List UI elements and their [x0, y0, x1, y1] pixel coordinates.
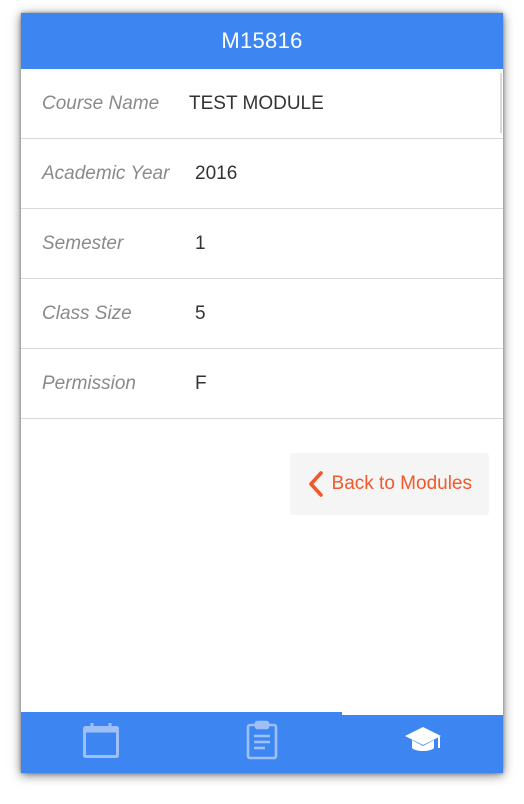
- detail-value: 5: [195, 302, 206, 324]
- tab-indicator-active: [342, 712, 503, 715]
- chevron-left-icon: [308, 470, 328, 498]
- tab-indicator: [182, 712, 343, 715]
- detail-label: Course Name: [42, 92, 160, 114]
- tab-calendar[interactable]: [21, 712, 182, 773]
- tab-assignments[interactable]: [182, 712, 343, 773]
- detail-row-permission: Permission F: [21, 349, 503, 419]
- detail-value: F: [195, 372, 207, 394]
- clipboard-icon: [245, 720, 279, 765]
- detail-row-academic-year: Academic Year 2016: [21, 139, 503, 209]
- back-button-label: Back to Modules: [331, 473, 472, 494]
- detail-label: Class Size: [42, 302, 132, 324]
- page-title: M15816: [221, 28, 303, 53]
- back-to-modules-button[interactable]: Back to Modules: [289, 453, 489, 515]
- detail-label: Academic Year: [42, 162, 170, 184]
- app-window: M15816 Course Name TEST MODULE Academic …: [21, 13, 503, 773]
- detail-row-course-name: Course Name TEST MODULE: [21, 69, 503, 139]
- calendar-icon: [81, 720, 121, 765]
- back-button-wrap: Back to Modules: [289, 453, 489, 515]
- graduation-cap-icon: [403, 722, 443, 763]
- tab-modules[interactable]: [342, 712, 503, 773]
- module-details: Course Name TEST MODULE Academic Year 20…: [21, 69, 503, 712]
- scrollbar[interactable]: [500, 73, 502, 133]
- app-header: M15816: [21, 13, 503, 69]
- detail-row-semester: Semester 1: [21, 209, 503, 279]
- tab-indicator: [21, 712, 182, 715]
- bottom-tab-bar: [21, 712, 503, 773]
- detail-value: 1: [195, 232, 206, 254]
- detail-row-class-size: Class Size 5: [21, 279, 503, 349]
- detail-value: 2016: [195, 162, 238, 184]
- detail-label: Permission: [42, 372, 136, 394]
- detail-value: TEST MODULE: [189, 92, 324, 114]
- detail-label: Semester: [42, 232, 124, 254]
